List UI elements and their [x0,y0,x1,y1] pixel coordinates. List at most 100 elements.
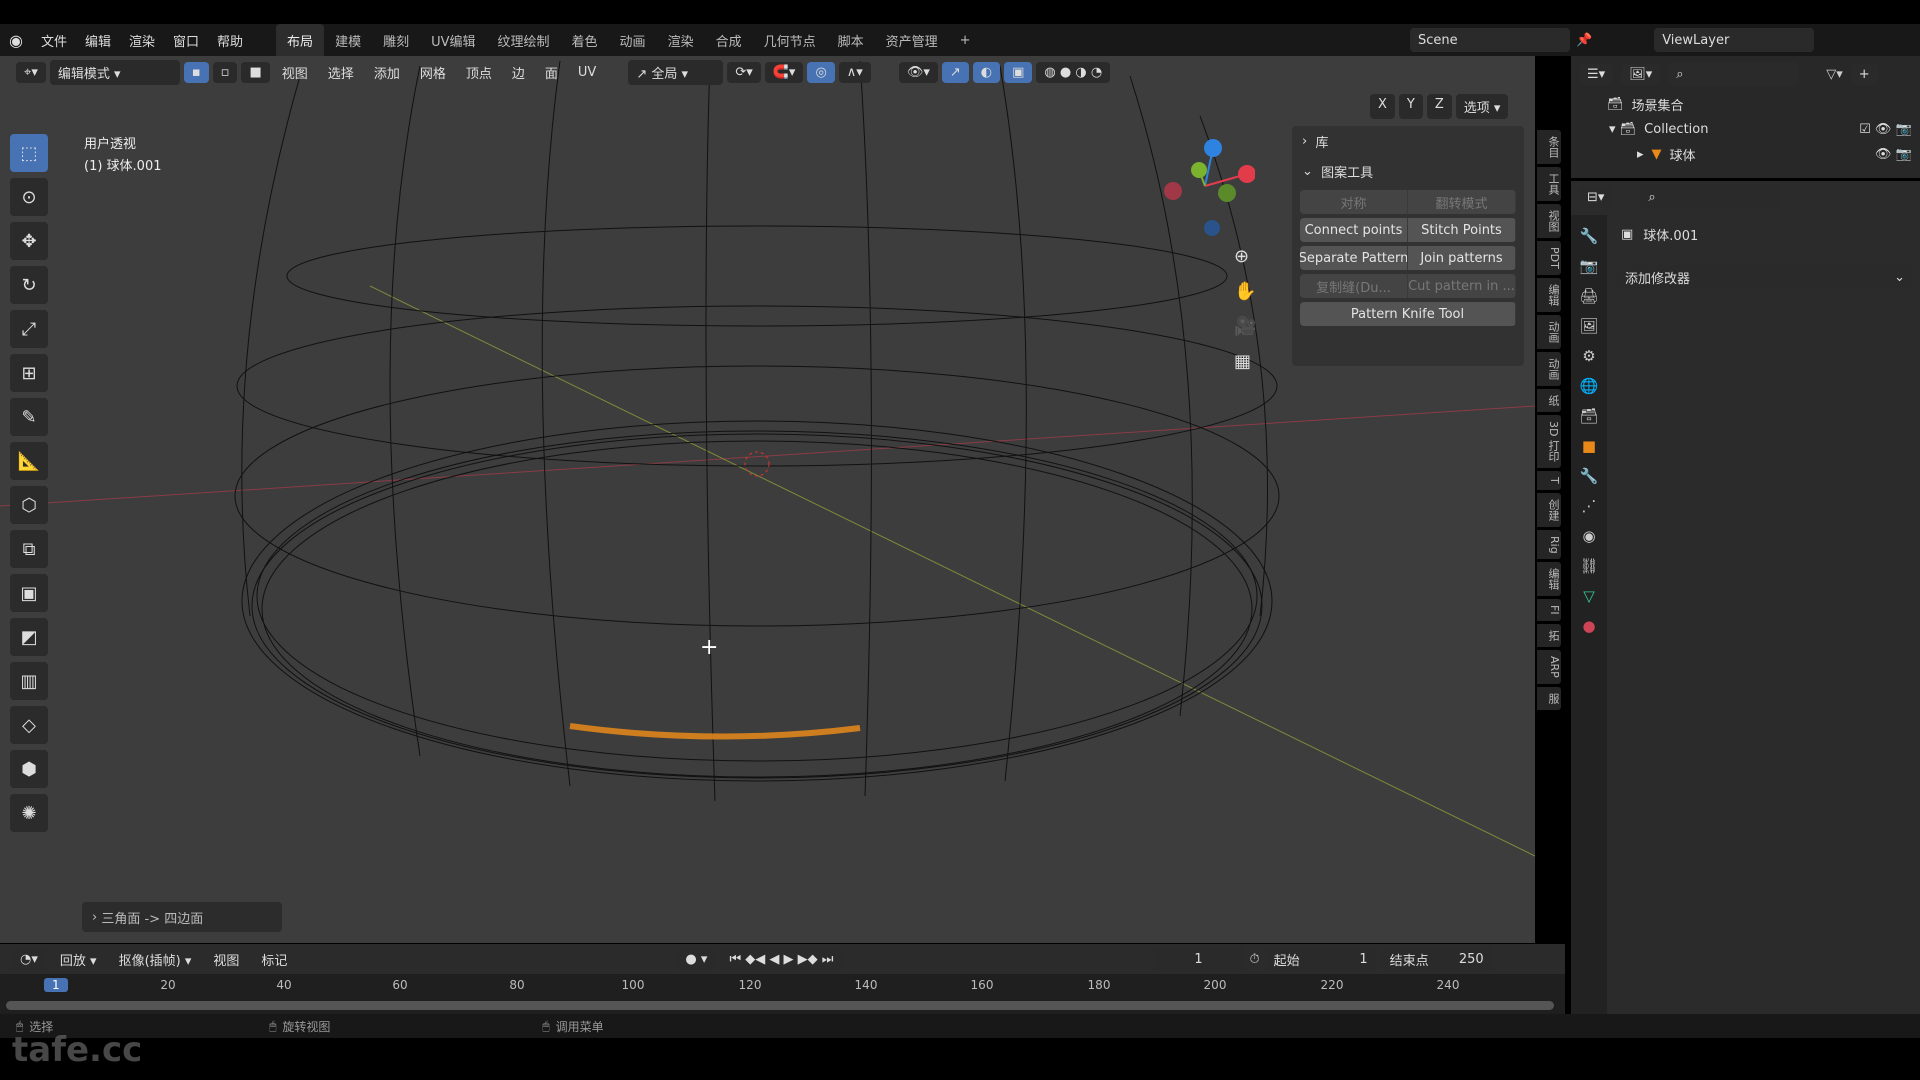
visibility-icon[interactable]: 👁▾ [898,61,938,83]
playhead[interactable]: 1 [44,978,68,992]
tab-geometry-nodes[interactable]: 几何节点 [753,24,827,56]
tab-shading[interactable]: 着色 [561,24,609,56]
menu-window[interactable]: 窗口 [164,24,208,56]
pattern-tools-panel-header[interactable]: ⌄ 图案工具 [1292,156,1524,186]
render-tab-icon[interactable]: 📷 [1580,257,1599,275]
mirror-y[interactable]: Y [1398,94,1423,119]
move-tool-icon[interactable]: ✥ [10,222,48,260]
menu-edit[interactable]: 编辑 [76,24,120,56]
face-select-button[interactable]: ■ [241,61,270,83]
tab-rendering[interactable]: 渲染 [657,24,705,56]
properties-editor-type-icon[interactable]: ⊟▾ [1579,186,1613,208]
menu-add[interactable]: 添加 [366,63,408,82]
auto-keying-button[interactable]: ● ▾ [677,948,716,970]
ortho-grid-icon[interactable]: ▦ [1234,351,1256,372]
tab-fi[interactable]: FI [1537,599,1561,621]
tab-view[interactable]: 视图 [1537,204,1561,238]
playback-controls[interactable]: ⏮ ◆◀ ◀ ▶ ▶◆ ⏭ [721,948,842,970]
physics-tab-icon[interactable]: ◉ [1582,527,1595,545]
start-frame-field[interactable]: 起始 1 [1265,947,1376,971]
collection-tab-icon[interactable]: 🗃 [1579,407,1598,425]
stitch-points-button[interactable]: Stitch Points [1408,218,1516,242]
xray-icon[interactable]: ▣ [1004,61,1033,83]
menu-help[interactable]: 帮助 [208,24,252,56]
poly-build-tool-icon[interactable]: ⬢ [10,750,48,788]
symmetry-button[interactable]: 对称 [1300,190,1408,214]
pan-hand-icon[interactable]: ✋ [1234,281,1256,302]
menu-edge[interactable]: 边 [504,63,533,82]
mirror-z[interactable]: Z [1426,94,1452,119]
playback-menu[interactable]: 回放 ▾ [52,950,105,969]
output-tab-icon[interactable]: 🖨 [1579,287,1598,305]
scene-tab-icon[interactable]: ⚙ [1582,347,1595,365]
tab-texture-paint[interactable]: 纹理绘制 [487,24,561,56]
camera-icon[interactable]: 🎥 [1234,316,1256,337]
tool-tab-icon[interactable]: 🔧 [1580,227,1599,245]
filter-scene-icon[interactable]: 🖼▾ [1621,63,1661,85]
last-operator-panel[interactable]: › 三角面 -> 四边面 [82,902,282,932]
duplicate-seam-button[interactable]: 复制缝(Du... [1300,274,1408,298]
vertex-select-button[interactable]: ▪ [183,61,209,83]
scene-field[interactable]: Scene [1410,28,1570,52]
library-panel-header[interactable]: › 库 [1292,126,1524,156]
menu-view[interactable]: 视图 [274,63,316,82]
stopwatch-icon[interactable]: ⏱ [1250,952,1260,967]
add-cube-tool-icon[interactable]: ⬡ [10,486,48,524]
modifier-tab-icon[interactable]: 🔧 [1580,467,1599,485]
outliner-search-input[interactable]: ⌕ [1668,62,1799,86]
connect-points-button[interactable]: Connect points [1300,218,1408,242]
view-layer-field[interactable]: ViewLayer [1654,28,1815,52]
knife-tool-icon[interactable]: ◇ [10,706,48,744]
menu-render[interactable]: 渲染 [120,24,164,56]
object-tab-icon[interactable]: ■ [1582,437,1596,455]
particles-tab-icon[interactable]: ⋰ [1582,497,1597,515]
navigation-gizmo[interactable] [1155,136,1255,236]
loop-cut-tool-icon[interactable]: ▥ [10,662,48,700]
options-dropdown[interactable]: 选项 ▾ [1455,94,1509,119]
tab-compositing[interactable]: 合成 [705,24,753,56]
outliner-collection[interactable]: ▾ 🗃 Collection ☑ 👁 📷 [1571,117,1920,142]
tab-pdt[interactable]: PDT [1537,241,1561,275]
current-frame-field[interactable]: 1 [1153,947,1244,971]
zoom-icon[interactable]: ⊕ [1234,246,1256,267]
view-layer-tab-icon[interactable]: 🖼 [1579,317,1598,335]
properties-search-input[interactable]: ⌕ [1640,185,1781,209]
tab-edit-2[interactable]: 编辑 [1537,562,1561,597]
tab-scripting[interactable]: 脚本 [827,24,875,56]
new-collection-icon[interactable]: + [1850,63,1878,85]
tab-3d-print[interactable]: 3D 打印 [1537,414,1561,468]
keying-menu[interactable]: 抠像(插帧) ▾ [111,950,200,969]
tab-cloth[interactable]: 服 [1537,686,1561,710]
menu-mesh[interactable]: 网格 [412,63,454,82]
tab-sculpting[interactable]: 雕刻 [372,24,420,56]
material-tab-icon[interactable]: ● [1582,617,1595,635]
tab-tool[interactable]: 工具 [1537,167,1561,201]
spin-tool-icon[interactable]: ✺ [10,794,48,832]
overlay-icon[interactable]: ◐ [972,61,1001,83]
menu-select[interactable]: 选择 [320,63,362,82]
add-workspace-button[interactable]: + [949,24,982,56]
mode-select[interactable]: 编辑模式 ▾ [49,59,180,85]
menu-file[interactable]: 文件 [32,24,76,56]
rotate-tool-icon[interactable]: ↻ [10,266,48,304]
tab-topo[interactable]: 拓 [1537,623,1561,647]
timeline-ruler[interactable]: 1 20 40 60 80 100 120 140 160 180 200 22… [0,974,1565,1014]
tab-layout[interactable]: 布局 [276,24,325,56]
extrude-tool-icon[interactable]: ⧉ [10,530,48,568]
marker-menu[interactable]: 标记 [253,950,295,969]
select-box-tool-icon[interactable]: ⬚ [10,134,48,172]
outliner-scene-collection[interactable]: 🗃 场景集合 [1571,92,1920,117]
tab-animation[interactable]: 动画 [609,24,657,56]
pin-icon[interactable]: 📌 [1576,33,1592,48]
gizmo-icon[interactable]: ↗ [941,61,969,83]
tab-item[interactable]: 条目 [1537,130,1561,164]
blender-logo-icon[interactable]: ◉ [0,24,32,56]
tab-t[interactable]: T [1537,470,1561,490]
tab-create[interactable]: 创建 [1537,492,1561,527]
separate-pattern-button[interactable]: Separate Pattern [1300,246,1408,270]
edge-select-button[interactable]: ▫ [212,61,238,83]
proportional-edit-icon[interactable]: ◎ [807,61,835,83]
end-frame-field[interactable]: 结束点 250 [1381,947,1492,971]
menu-face[interactable]: 面 [537,63,566,82]
tab-asset-management[interactable]: 资产管理 [875,24,949,56]
